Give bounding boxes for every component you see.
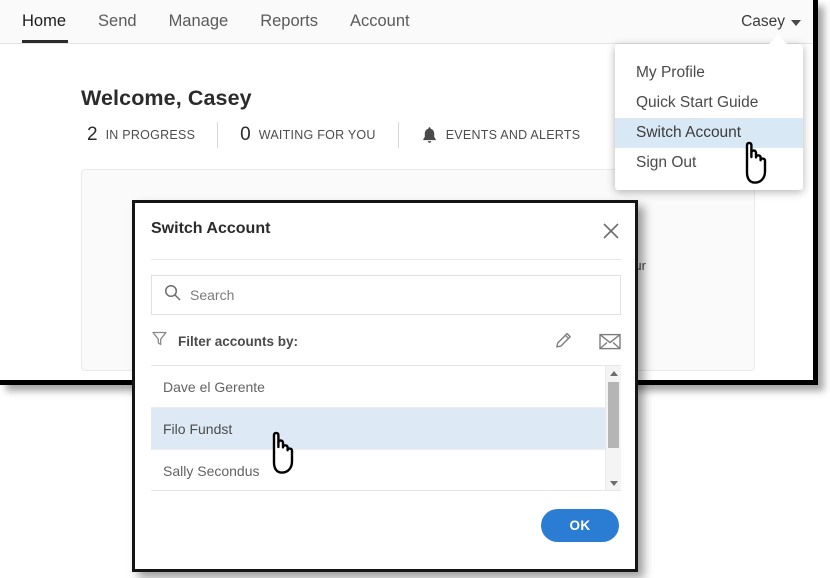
filter-row: Filter accounts by:	[151, 323, 621, 359]
page-title: Welcome, Casey	[81, 86, 252, 110]
stat-waiting-count: 0	[240, 124, 251, 145]
account-list-scroll-area: Dave el Gerente Filo Fundst Sally Second…	[151, 366, 605, 490]
menu-item-quick-start-guide-label: Quick Start Guide	[636, 94, 759, 111]
top-navigation-bar: Home Send Manage Reports Account Casey	[0, 0, 813, 44]
nav-item-account-label: Account	[349, 12, 410, 30]
menu-item-sign-out[interactable]: Sign Out	[615, 148, 803, 178]
filter-actions	[553, 331, 621, 351]
menu-item-switch-account-label: Switch Account	[636, 124, 742, 141]
dialog-title: Switch Account	[151, 220, 271, 237]
dialog-footer: OK	[135, 495, 635, 569]
list-item[interactable]: Filo Fundst	[151, 408, 605, 450]
nav-items: Home Send Manage Reports Account	[18, 0, 426, 43]
menu-item-sign-out-label: Sign Out	[636, 154, 697, 171]
dialog-divider	[151, 259, 621, 260]
stat-events-label: EVENTS AND ALERTS	[445, 128, 581, 142]
scroll-down-arrow[interactable]	[606, 476, 621, 490]
ok-button[interactable]: OK	[541, 509, 619, 542]
dialog-header: Switch Account	[135, 203, 635, 260]
filter-icon	[151, 330, 168, 352]
nav-item-reports-label: Reports	[260, 12, 318, 30]
list-item[interactable]: Sally Secondus	[151, 450, 605, 490]
bell-icon	[421, 126, 438, 145]
stat-waiting-for-you[interactable]: 0 WAITING FOR YOU	[218, 122, 399, 148]
stat-waiting-label: WAITING FOR YOU	[258, 128, 376, 142]
list-item[interactable]: Dave el Gerente	[151, 366, 605, 408]
menu-item-my-profile-label: My Profile	[636, 64, 705, 81]
account-list: Dave el Gerente Filo Fundst Sally Second…	[151, 365, 621, 491]
triangle-up-icon	[609, 370, 618, 376]
pencil-icon[interactable]	[553, 331, 573, 351]
user-name-label: Casey	[741, 12, 785, 30]
nav-item-send[interactable]: Send	[82, 0, 153, 43]
account-list-scrollbar[interactable]	[605, 366, 621, 490]
nav-item-reports[interactable]: Reports	[244, 0, 334, 43]
user-dropdown-menu: My Profile Quick Start Guide Switch Acco…	[615, 35, 803, 190]
chevron-down-icon	[791, 20, 801, 26]
envelope-icon[interactable]	[599, 333, 621, 350]
account-name: Filo Fundst	[163, 420, 233, 437]
search-icon	[164, 284, 181, 306]
menu-item-quick-start-guide[interactable]: Quick Start Guide	[615, 88, 803, 118]
scrollbar-thumb[interactable]	[608, 382, 619, 448]
account-name: Dave el Gerente	[163, 378, 265, 395]
search-input[interactable]	[190, 287, 608, 303]
menu-item-switch-account[interactable]: Switch Account	[615, 118, 803, 148]
stat-in-progress-count: 2	[87, 124, 98, 145]
nav-item-account[interactable]: Account	[334, 0, 426, 43]
account-name: Sally Secondus	[163, 462, 260, 479]
nav-item-send-label: Send	[98, 12, 137, 30]
close-icon[interactable]	[601, 221, 621, 241]
stat-in-progress[interactable]: 2 IN PROGRESS	[81, 122, 219, 148]
nav-item-manage-label: Manage	[168, 12, 229, 30]
triangle-down-icon	[609, 480, 618, 486]
status-summary-bar: 2 IN PROGRESS 0 WAITING FOR YOU EVENTS A…	[81, 118, 602, 152]
nav-item-home-label: Home	[22, 12, 67, 30]
nav-item-manage[interactable]: Manage	[153, 0, 245, 43]
switch-account-dialog: Switch Account Filter accounts by:	[132, 200, 638, 572]
menu-item-my-profile[interactable]: My Profile	[615, 58, 803, 88]
search-field-wrapper[interactable]	[151, 275, 621, 315]
scroll-up-arrow[interactable]	[606, 366, 621, 380]
stat-events-and-alerts[interactable]: EVENTS AND ALERTS	[399, 122, 603, 148]
stat-in-progress-label: IN PROGRESS	[105, 128, 196, 142]
filter-label: Filter accounts by:	[178, 333, 299, 349]
nav-item-home[interactable]: Home	[18, 0, 82, 43]
